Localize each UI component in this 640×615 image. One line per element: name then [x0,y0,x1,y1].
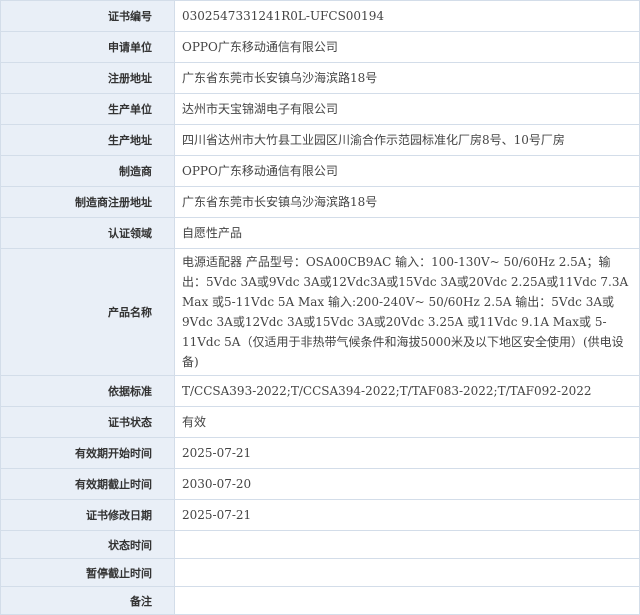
value-suspension-end [174,558,640,587]
row-production-address: 生产地址 四川省达州市大竹县工业园区川渝合作示范园标准化厂房8号、10号厂房 [0,124,640,156]
label-status-time: 状态时间 [0,530,175,559]
value-manufacturer: OPPO广东移动通信有限公司 [174,155,640,187]
value-valid-until: 2030-07-20 [174,468,640,500]
certificate-table: 证书编号 0302547331241R0L-UFCS00194 申请单位 OPP… [0,0,640,615]
row-status-time: 状态时间 [0,530,640,559]
row-registered-address: 注册地址 广东省东莞市长安镇乌沙海滨路18号 [0,62,640,94]
row-modified-date: 证书修改日期 2025-07-21 [0,499,640,531]
label-certificate-status: 证书状态 [0,406,175,438]
label-valid-until: 有效期截止时间 [0,468,175,500]
label-product-name: 产品名称 [0,248,175,376]
label-certificate-number: 证书编号 [0,0,175,32]
row-manufacturer-address: 制造商注册地址 广东省东莞市长安镇乌沙海滨路18号 [0,186,640,218]
label-modified-date: 证书修改日期 [0,499,175,531]
value-applicant: OPPO广东移动通信有限公司 [174,31,640,63]
value-status-time [174,530,640,559]
label-certification-field: 认证领域 [0,217,175,249]
row-valid-from: 有效期开始时间 2025-07-21 [0,437,640,469]
value-product-name: 电源适配器 产品型号：OSA00CB9AC 输入：100-130V~ 50/60… [174,248,640,376]
label-production-unit: 生产单位 [0,93,175,125]
label-registered-address: 注册地址 [0,62,175,94]
row-suspension-end: 暂停截止时间 [0,558,640,587]
row-applicant: 申请单位 OPPO广东移动通信有限公司 [0,31,640,63]
label-standards: 依据标准 [0,375,175,407]
value-registered-address: 广东省东莞市长安镇乌沙海滨路18号 [174,62,640,94]
label-manufacturer-address: 制造商注册地址 [0,186,175,218]
label-valid-from: 有效期开始时间 [0,437,175,469]
value-manufacturer-address: 广东省东莞市长安镇乌沙海滨路18号 [174,186,640,218]
value-certificate-status: 有效 [174,406,640,438]
label-suspension-end: 暂停截止时间 [0,558,175,587]
row-valid-until: 有效期截止时间 2030-07-20 [0,468,640,500]
value-modified-date: 2025-07-21 [174,499,640,531]
value-certificate-number: 0302547331241R0L-UFCS00194 [174,0,640,32]
value-production-unit: 达州市天宝锦湖电子有限公司 [174,93,640,125]
row-certificate-status: 证书状态 有效 [0,406,640,438]
value-production-address: 四川省达州市大竹县工业园区川渝合作示范园标准化厂房8号、10号厂房 [174,124,640,156]
value-valid-from: 2025-07-21 [174,437,640,469]
row-standards: 依据标准 T/CCSA393-2022;T/CCSA394-2022;T/TAF… [0,375,640,407]
row-certification-field: 认证领域 自愿性产品 [0,217,640,249]
label-applicant: 申请单位 [0,31,175,63]
label-manufacturer: 制造商 [0,155,175,187]
row-manufacturer: 制造商 OPPO广东移动通信有限公司 [0,155,640,187]
row-production-unit: 生产单位 达州市天宝锦湖电子有限公司 [0,93,640,125]
label-production-address: 生产地址 [0,124,175,156]
row-product-name: 产品名称 电源适配器 产品型号：OSA00CB9AC 输入：100-130V~ … [0,248,640,376]
row-certificate-number: 证书编号 0302547331241R0L-UFCS00194 [0,0,640,32]
value-certification-field: 自愿性产品 [174,217,640,249]
value-standards: T/CCSA393-2022;T/CCSA394-2022;T/TAF083-2… [174,375,640,407]
